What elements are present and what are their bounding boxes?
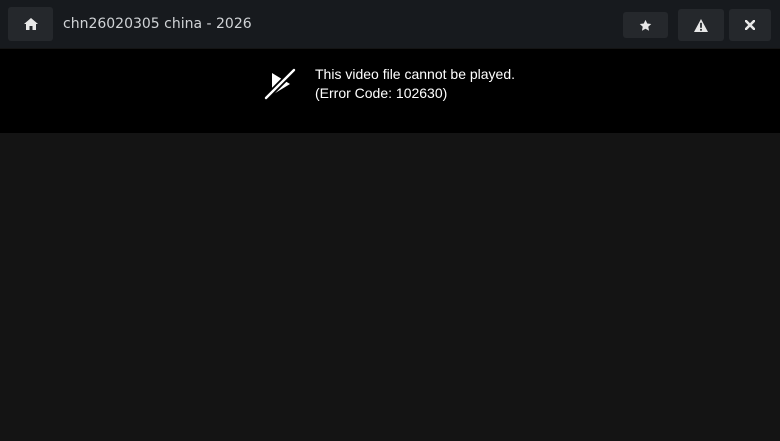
page-title: chn26020305 china - 2026: [63, 16, 252, 32]
warning-icon: [694, 18, 708, 32]
star-icon: [639, 19, 652, 31]
close-icon: [745, 20, 755, 30]
top-bar: chn26020305 china - 2026: [0, 0, 780, 48]
home-button[interactable]: [8, 7, 53, 41]
favorite-button[interactable]: [623, 12, 668, 38]
home-icon: [23, 18, 38, 30]
error-code-text: (Error Code: 102630): [315, 85, 448, 101]
video-off-icon: [263, 67, 297, 101]
content-area: [0, 133, 780, 441]
error-message: This video file cannot be played. (Error…: [315, 65, 515, 103]
report-button[interactable]: [678, 9, 724, 41]
error-message-text: This video file cannot be played.: [315, 66, 516, 82]
close-button[interactable]: [729, 9, 771, 41]
video-player[interactable]: This video file cannot be played. (Error…: [0, 49, 780, 133]
